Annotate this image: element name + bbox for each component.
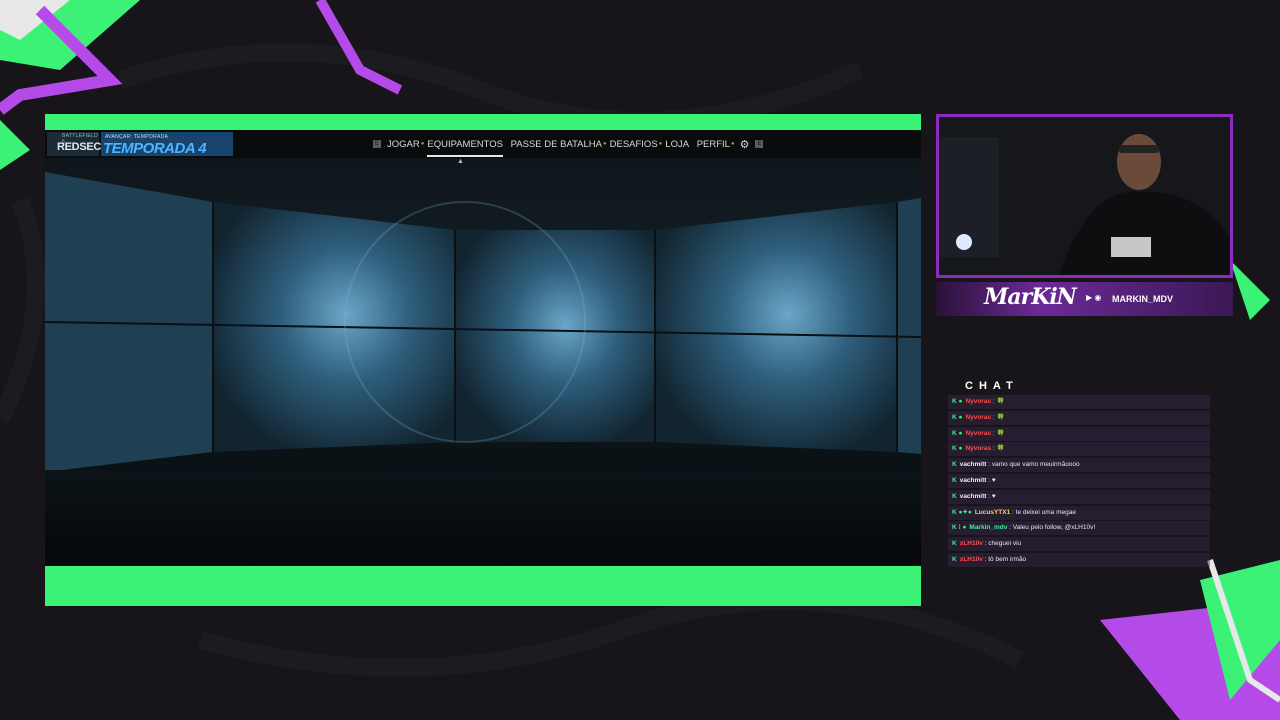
streamer-name-bar: MarKiN ▶ ◉ MARKIN_MDV: [936, 282, 1233, 316]
nav-key-left-icon[interactable]: E: [373, 140, 381, 148]
tab-loja[interactable]: LOJA: [665, 139, 689, 150]
chat-text: : 🍀: [991, 398, 1005, 405]
chat-username[interactable]: Nyvoras: [965, 430, 991, 437]
chat-username[interactable]: xLH10v: [960, 556, 983, 563]
nav-key-right-icon[interactable]: E: [755, 140, 764, 148]
chat-username[interactable]: Nyvoras: [965, 414, 991, 421]
notification-dot: ●: [420, 141, 425, 147]
chat-text: : te deixei uma megae: [1010, 508, 1076, 516]
chat-panel: K ● Nyvoras : 🍀 K ● Nyvoras : 🍀 K ● Nyvoras :…: [948, 395, 1212, 567]
chat-message: K ● Nyvoras : 🍀: [948, 442, 1210, 457]
chat-message: K ⁞ ● Markin_mdv : Valeu pelo follow, @xL…: [948, 521, 1210, 536]
chat-text: : cheguei viu: [982, 540, 1022, 548]
chat-badges: K ●: [952, 445, 963, 453]
chat-username[interactable]: vachmitt: [960, 493, 987, 500]
tab-passe-de-batalha[interactable]: PASSE DE BATALHA: [511, 139, 602, 150]
chat-text: : Valeu pelo follow, @xLH10v!: [1007, 524, 1096, 532]
tab-jogar[interactable]: JOGAR: [387, 139, 420, 150]
logo-text: REDSEC: [57, 141, 102, 153]
streamer-silhouette: [939, 117, 1230, 275]
season-title: TEMPORADA 4: [103, 140, 207, 157]
chat-username[interactable]: vachmitt: [960, 461, 987, 468]
chat-message: Kvachmitt : vamo que vamo meuirmãoooo: [948, 458, 1210, 473]
chat-badges: K: [952, 461, 957, 469]
notification-dot: ●: [603, 141, 607, 147]
tab-desafios[interactable]: DESAFIOS: [610, 139, 658, 150]
chat-badges: K ●: [952, 413, 963, 421]
chat-message: K ● Nyvoras : 🍀: [948, 410, 1210, 425]
chat-username[interactable]: vachmitt: [960, 477, 987, 484]
chat-message: KxLH10v : tô bem irmão: [948, 553, 1210, 567]
chat-badges: K: [952, 492, 957, 500]
chat-title: CHAT: [965, 380, 1019, 392]
chat-text: : vamo que vamo meuirmãoooo: [986, 461, 1080, 469]
streamer-logo: MarKiN: [984, 284, 1077, 310]
webcam-frame: [936, 114, 1233, 278]
notification-dot: ●: [730, 141, 735, 147]
chat-username[interactable]: Nyvoras: [965, 398, 991, 405]
chat-text: : 🍀: [991, 429, 1005, 437]
chat-username[interactable]: Markin_mdv: [969, 524, 1007, 531]
chat-text: : ♥: [986, 492, 996, 500]
streamer-handle: MARKIN_MDV: [1112, 294, 1174, 304]
floor: [45, 470, 921, 566]
chat-text: : ♥: [986, 477, 996, 484]
chat-text: : 🍀: [991, 445, 1005, 453]
gear-icon[interactable]: ⚙: [740, 138, 750, 151]
game-screen: BATTLEFIELD 6 REDSEC AVANÇAR: TEMPORADA …: [45, 130, 921, 566]
chat-badges: K: [952, 477, 957, 484]
chat-badges: K: [952, 556, 957, 563]
social-icons: ▶ ◉: [1086, 293, 1102, 302]
webcam-feed: [939, 117, 1230, 275]
chat-badges: K ●: [952, 429, 963, 437]
chat-username[interactable]: LucusYTX1: [975, 509, 1010, 516]
chat-badges: K ⁞ ●: [952, 524, 967, 532]
season-badge[interactable]: AVANÇAR: TEMPORADA TEMPORADA 4: [101, 132, 233, 157]
tab-equipamentos[interactable]: EQUIPAMENTOS: [427, 139, 503, 157]
chat-text: : tô bem irmão: [982, 556, 1027, 563]
chat-message: Kvachmitt : ♥: [948, 474, 1210, 488]
chat-message: KxLH10v : cheguei viu: [948, 537, 1210, 552]
chat-text: : 🍀: [991, 413, 1005, 421]
game-menu-bar: BATTLEFIELD 6 REDSEC AVANÇAR: TEMPORADA …: [45, 130, 921, 158]
chat-message: Kvachmitt : ♥: [948, 489, 1210, 504]
game-nav: E JOGAR● EQUIPAMENTOS● PASSE DE BATALHA●…: [373, 130, 769, 158]
notification-dot: ●: [658, 141, 663, 147]
tab-indicator-icon: ▲: [457, 158, 464, 165]
tab-perfil[interactable]: PERFIL: [697, 139, 730, 150]
chat-badges: K ●: [952, 398, 963, 405]
screen-wall: [45, 172, 921, 472]
redsec-logo: BATTLEFIELD 6 REDSEC: [47, 132, 102, 156]
chat-message: K ● Nyvoras : 🍀: [948, 426, 1210, 441]
chat-badges: K: [952, 540, 957, 548]
chat-badges: K ●✦●: [952, 508, 972, 516]
chat-username[interactable]: xLH10v: [960, 540, 983, 547]
chat-message: K ●✦● LucusYTX1 : te deixei uma megae: [948, 505, 1210, 520]
chat-message: K ● Nyvoras : 🍀: [948, 395, 1210, 409]
game-capture-frame: BATTLEFIELD 6 REDSEC AVANÇAR: TEMPORADA …: [45, 114, 921, 606]
chat-username[interactable]: Nyvoras: [965, 445, 991, 452]
